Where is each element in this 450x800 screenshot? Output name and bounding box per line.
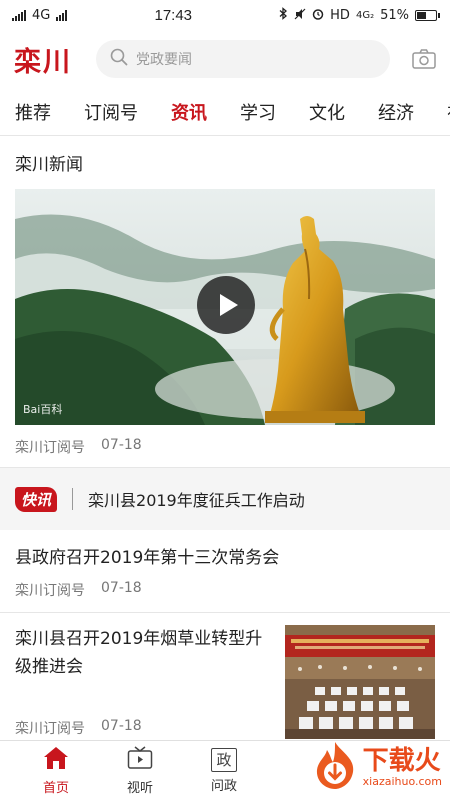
hd-sub-label: 4G₂: [355, 9, 375, 21]
home-icon: [43, 746, 69, 774]
nav-ask-gov-label: 问政: [210, 778, 237, 794]
site-url: xiazaihuo.com: [362, 774, 442, 788]
tab-recommend[interactable]: 推荐: [15, 99, 51, 125]
news-date: 07-18: [101, 437, 142, 453]
site-name: 下载火: [362, 745, 441, 776]
nav-audiovisual[interactable]: 视听: [98, 745, 182, 796]
mute-icon: [294, 8, 306, 23]
search-placeholder: 党政要闻: [136, 51, 192, 67]
feature-title[interactable]: 栾川新闻: [15, 150, 435, 175]
feature-news[interactable]: 栾川新闻 Bai百科 栾川订阅号 07-18: [0, 136, 450, 467]
clock: 17:43: [154, 6, 193, 24]
divider: [72, 488, 74, 510]
news-date: 07-18: [101, 580, 142, 596]
tab-news[interactable]: 资讯: [171, 99, 207, 125]
flash-news[interactable]: 快讯 栾川县2019年度征兵工作启动: [0, 468, 450, 530]
search-icon: [110, 48, 128, 70]
status-bar: 4G 17:43 HD 4G₂ 51%: [0, 0, 450, 30]
news-meta: 栾川订阅号 07-18: [15, 572, 435, 612]
tab-economy[interactable]: 经济: [378, 99, 414, 125]
alarm-icon: [312, 8, 324, 23]
meeting-hall-image: [285, 625, 435, 739]
ask-gov-icon: 政: [211, 747, 237, 772]
nav-audiovisual-label: 视听: [126, 780, 153, 796]
baidu-baike-watermark: Bai百科: [23, 403, 63, 416]
tab-study[interactable]: 学习: [240, 99, 276, 125]
news-title[interactable]: 栾川县召开2019年烟草业转型升级推进会: [15, 625, 271, 681]
camera-icon[interactable]: [410, 45, 438, 73]
play-button[interactable]: [197, 276, 255, 334]
tab-subscriptions[interactable]: 订阅号: [84, 99, 138, 125]
signal-icon: [12, 9, 26, 21]
news-thumbnail[interactable]: [285, 625, 435, 739]
play-icon: [219, 294, 238, 316]
list-item[interactable]: 县政府召开2019年第十三次常务会 栾川订阅号 07-18: [0, 530, 450, 612]
category-tabs: 推荐 订阅号 资讯 学习 文化 经济 视频: [0, 88, 450, 136]
tab-culture[interactable]: 文化: [309, 99, 345, 125]
tv-icon: [127, 745, 153, 774]
flame-download-icon: [311, 740, 359, 794]
list-item[interactable]: 栾川县召开2019年烟草业转型升级推进会 栾川订阅号 07-18: [0, 613, 450, 746]
flash-badge: 快讯: [15, 486, 58, 512]
video-thumbnail[interactable]: Bai百科: [15, 189, 435, 425]
search-input[interactable]: 党政要闻: [96, 40, 390, 78]
bluetooth-icon: [279, 7, 288, 23]
battery-percent: 51%: [380, 7, 409, 23]
app-header: 栾川 党政要闻: [0, 30, 450, 88]
nav-home[interactable]: 首页: [14, 746, 98, 796]
app-logo: 栾川: [14, 46, 72, 78]
site-watermark: 下载火 xiazaihuo.com: [311, 740, 442, 794]
news-title[interactable]: 县政府召开2019年第十三次常务会: [15, 544, 435, 572]
feature-meta: 栾川订阅号 07-18: [15, 425, 435, 467]
battery-icon: [414, 9, 440, 21]
news-source: 栾川订阅号: [15, 440, 85, 456]
nav-home-label: 首页: [42, 780, 69, 796]
flash-headline[interactable]: 栾川县2019年度征兵工作启动: [88, 487, 305, 511]
network-label: 4G: [32, 7, 51, 23]
news-source: 栾川订阅号: [15, 721, 85, 737]
news-source: 栾川订阅号: [15, 583, 85, 599]
hd-label: HD: [330, 7, 350, 23]
nav-ask-gov[interactable]: 政 问政: [182, 747, 266, 794]
signal-icon-2: [56, 9, 68, 21]
news-date: 07-18: [101, 718, 142, 734]
